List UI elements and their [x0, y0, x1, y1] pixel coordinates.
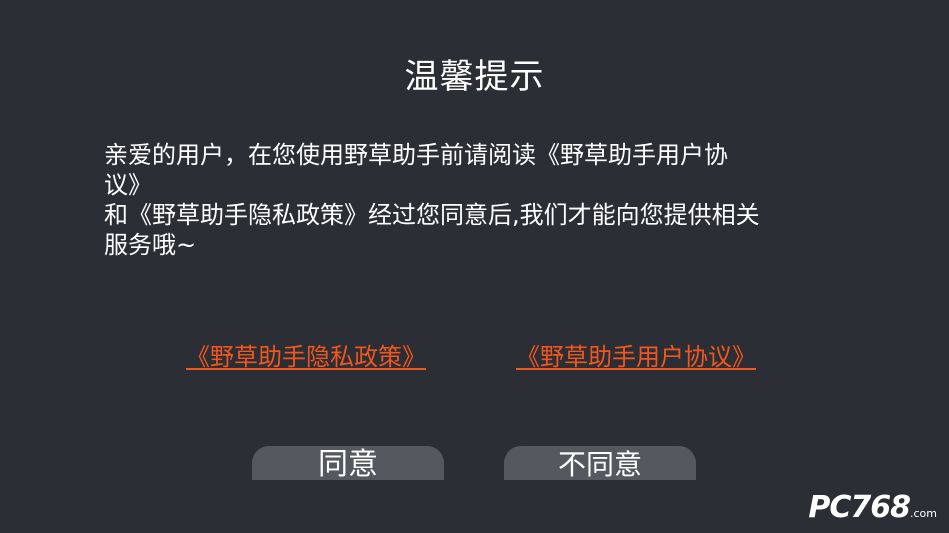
message-line: 亲爱的用户，在您使用野草助手前请阅读《野草助手用户协 — [104, 141, 728, 169]
watermark-domain: .com — [910, 507, 937, 520]
dialog-title: 温馨提示 — [404, 57, 545, 97]
user-agreement-link[interactable]: 《野草助手用户协议》 — [516, 340, 756, 374]
message-line: 服务哦~ — [104, 231, 197, 259]
watermark-logo-text: PC768 — [808, 490, 911, 525]
privacy-consent-dialog: 温馨提示 亲爱的用户，在您使用野草助手前请阅读《野草助手用户协 议》 和《野草助… — [0, 0, 949, 533]
dialog-message: 亲爱的用户，在您使用野草助手前请阅读《野草助手用户协 议》 和《野草助手隐私政策… — [104, 140, 844, 260]
disagree-button[interactable]: 不同意 — [504, 446, 696, 480]
message-line: 和《野草助手隐私政策》经过您同意后,我们才能向您提供相关 — [104, 201, 760, 229]
privacy-policy-link[interactable]: 《野草助手隐私政策》 — [186, 340, 426, 374]
policy-links: 《野草助手隐私政策》 《野草助手用户协议》 — [0, 340, 949, 376]
message-line: 议》 — [104, 171, 152, 199]
agree-button[interactable]: 同意 — [252, 446, 444, 480]
pc768-watermark-logo: PC768.com — [808, 490, 937, 525]
